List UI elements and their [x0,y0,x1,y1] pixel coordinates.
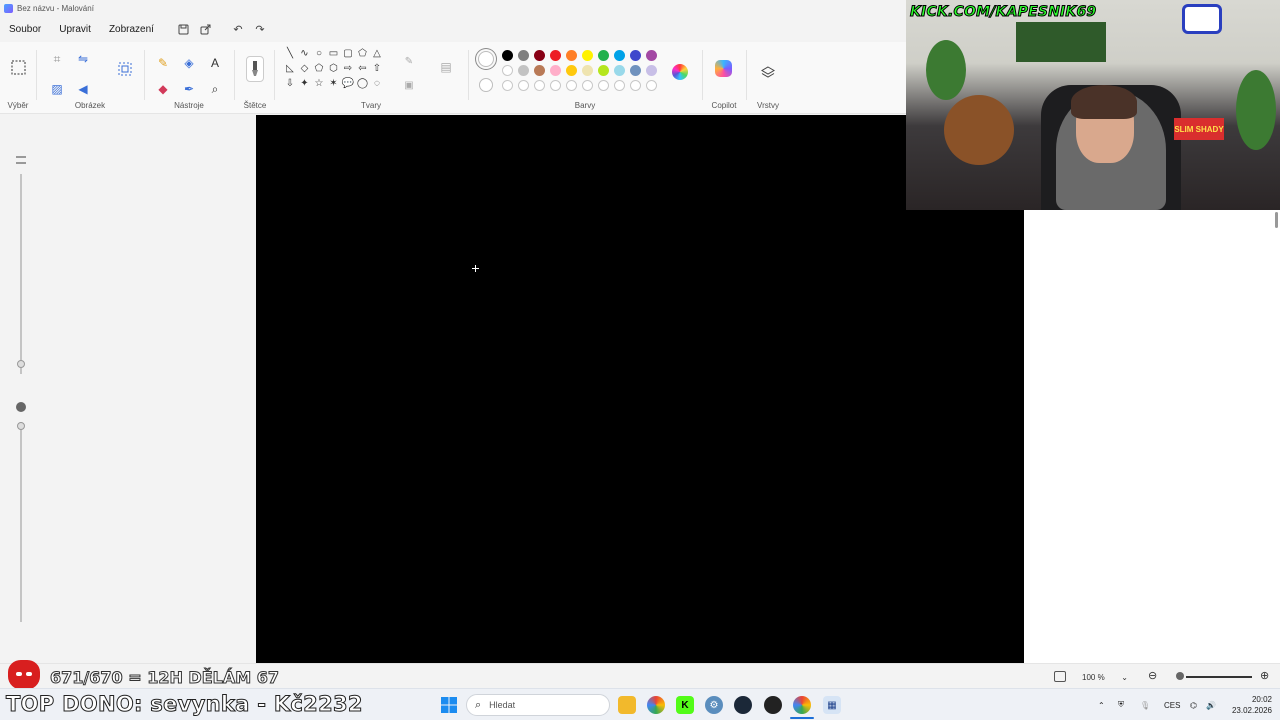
brushes-label: Štětce [243,101,267,110]
size-slider-track[interactable] [20,174,22,374]
right-pane [1024,210,1280,663]
color-picker-icon[interactable]: ✒ [180,80,198,98]
share-icon[interactable] [195,18,217,40]
selection-group: Výběr [0,46,36,112]
webcam-overlay: SLIM SHADY KICK.COM/KAPESNIK69 [906,0,1280,210]
zoom-slider-thumb[interactable] [1176,672,1184,680]
rectangle-select-icon[interactable] [9,58,27,76]
right-scrollbar[interactable] [1275,212,1278,228]
cam-person-hair [1071,85,1137,119]
resize-icon[interactable]: ⇋ [74,50,92,68]
clock-date: 23.02.2026 [1231,706,1272,715]
opacity-slider-track[interactable] [20,422,22,622]
chrome-icon[interactable] [647,696,665,714]
redo-icon[interactable]: ↷ [249,18,271,40]
layers-icon[interactable] [759,64,777,82]
save-icon[interactable] [173,18,195,40]
tools-label: Nástroje [174,101,204,110]
subs-counter-text: 671/670 = 12H DĚLÁM 67 [50,668,280,688]
cam-sign: SLIM SHADY [1174,118,1224,140]
shapes-label: Tvary [361,101,381,110]
volume-icon[interactable]: 🔊 [1206,689,1216,720]
title-bar: Bez názvu - Malování [0,0,906,16]
kick-overlay-text: KICK.COM/KAPESNIK69 [909,4,1097,21]
copilot-label: Copilot [711,101,737,110]
selection-label: Výběr [7,101,29,110]
menu-file[interactable]: Soubor [0,18,50,40]
zoom-select[interactable]: 100 % ⌄ [1076,669,1134,685]
colors-label: Barvy [574,101,596,110]
image-group: ⌗ ⇋ ▨ ◀ Obrázek [40,46,140,112]
cam-plush [944,95,1014,165]
eraser-icon[interactable]: ◆ [154,80,172,98]
layers-label: Vrstvy [757,101,779,110]
taskbar-clock[interactable]: 20:02 23.02.2026 [1222,694,1272,716]
image-select-icon[interactable] [116,60,134,78]
crop-icon[interactable]: ⌗ [48,50,66,68]
cam-plant [926,40,966,100]
steam-icon[interactable] [734,696,752,714]
tools-group: ✎ ◈ A ◆ ✒ ⌕ Nástroje [148,46,230,112]
copilot-icon[interactable] [715,60,732,77]
top-donor-text: TOP DONO: sevynka - Kč2232 [6,692,364,717]
brush-icon[interactable] [246,56,264,82]
fit-to-window-icon[interactable] [1054,671,1066,682]
zoom-out-icon[interactable]: ⊖ [1148,669,1157,682]
obs-icon[interactable] [764,696,782,714]
devil-emoji-icon [8,660,40,690]
clock-time: 20:02 [1251,695,1272,704]
size-icon [16,156,26,164]
settings-gear-icon[interactable]: ⚙ [705,696,723,714]
active-app-indicator [790,717,814,719]
shapes-group: Tvary [276,46,466,112]
network-icon[interactable]: ⌬ [1190,689,1197,720]
copilot-group: Copilot [704,46,744,112]
brush-settings-panel [10,150,32,630]
rotate-icon[interactable]: ◀ [74,80,92,98]
layers-group: Vrstvy [748,46,788,112]
menu-edit[interactable]: Upravit [50,18,100,40]
file-explorer-icon[interactable] [618,696,636,714]
magnifier-icon[interactable]: ⌕ [206,80,224,98]
tray-chevron-icon[interactable]: ⌃ [1098,689,1105,720]
cam-shelf [1016,22,1106,62]
taskbar-search[interactable]: ⌕ Hledat [466,694,610,716]
undo-icon[interactable]: ↶ [227,18,249,40]
chevron-down-icon: ⌄ [1121,672,1128,682]
windows-start-icon[interactable] [440,696,458,714]
opacity-icon [16,402,26,412]
window-title: Bez názvu - Malování [17,3,94,13]
colors-group: Barvy [470,46,700,112]
menu-bar: Soubor Upravit Zobrazení ↶ ↷ [0,16,906,42]
fill-bucket-icon[interactable]: ◈ [180,54,198,72]
remove-background-icon[interactable]: ▨ [48,80,66,98]
size-slider-thumb[interactable] [17,360,25,368]
ribbon: Výběr ⌗ ⇋ ▨ ◀ Obrázek ✎ ◈ A ◆ ✒ ⌕ Nástro… [0,42,906,114]
cam-plant-right [1236,70,1276,150]
crosshair-cursor-icon [472,265,479,272]
image-label: Obrázek [74,101,106,110]
opacity-slider-thumb[interactable] [17,422,25,430]
brushes-group: Štětce [238,46,272,112]
search-placeholder: Hledat [489,700,516,710]
notepad-icon[interactable]: ▦ [823,696,841,714]
menu-view[interactable]: Zobrazení [100,18,163,40]
search-icon: ⌕ [475,698,482,711]
tray-shield-icon[interactable]: ⛨ [1118,689,1124,720]
language-indicator[interactable]: CES [1164,689,1180,720]
microphone-icon[interactable]: 🎙 [1140,689,1150,720]
pencil-icon[interactable]: ✎ [154,54,172,72]
paint-app-icon [4,3,13,13]
chrome-profile-icon[interactable] [793,696,811,714]
zoom-value: 100 % [1082,672,1105,682]
text-tool-icon[interactable]: A [206,54,224,72]
kick-icon[interactable]: K [676,696,694,714]
zoom-in-icon[interactable]: ⊕ [1260,669,1269,682]
cam-hoop [1182,4,1222,34]
zoom-slider-track[interactable] [1186,676,1252,678]
